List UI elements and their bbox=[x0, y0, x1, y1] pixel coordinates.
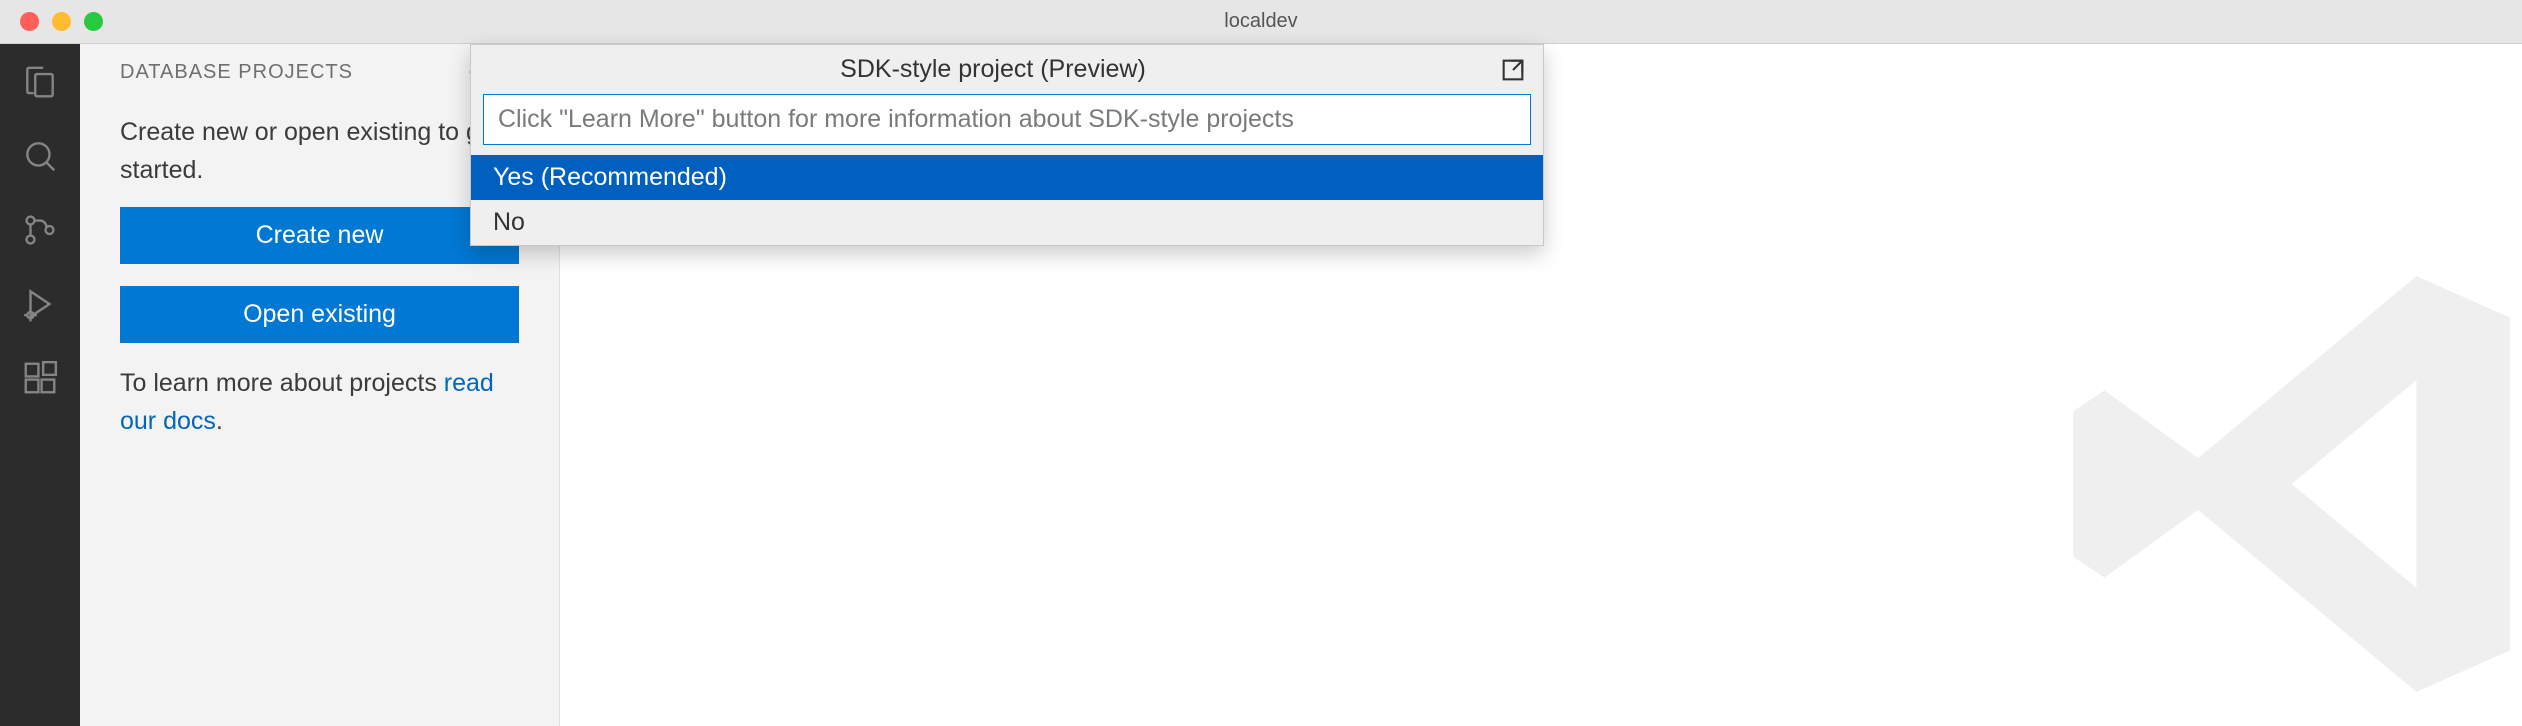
quickpick-input[interactable] bbox=[483, 94, 1531, 145]
close-window-button[interactable] bbox=[20, 12, 39, 31]
learn-more-text: To learn more about projects read our do… bbox=[120, 365, 519, 440]
activity-bar bbox=[0, 44, 80, 726]
source-control-icon[interactable] bbox=[20, 210, 60, 250]
open-existing-button[interactable]: Open existing bbox=[120, 286, 519, 343]
quickpick-dialog: SDK-style project (Preview) Yes (Recomme… bbox=[470, 44, 1544, 246]
quickpick-option-yes[interactable]: Yes (Recommended) bbox=[471, 155, 1543, 200]
quickpick-title: SDK-style project (Preview) bbox=[487, 55, 1499, 84]
traffic-lights bbox=[0, 12, 103, 31]
maximize-window-button[interactable] bbox=[84, 12, 103, 31]
sidebar-intro-text: Create new or open existing to get start… bbox=[120, 114, 519, 189]
quickpick-header: SDK-style project (Preview) bbox=[471, 45, 1543, 94]
minimize-window-button[interactable] bbox=[52, 12, 71, 31]
create-new-button[interactable]: Create new bbox=[120, 207, 519, 264]
extensions-icon[interactable] bbox=[20, 358, 60, 398]
sidebar-title: DATABASE PROJECTS bbox=[120, 61, 465, 84]
quickpick-list: Yes (Recommended) No bbox=[471, 155, 1543, 245]
search-icon[interactable] bbox=[20, 136, 60, 176]
learn-more-prefix: To learn more about projects bbox=[120, 369, 444, 397]
vscode-watermark-icon bbox=[2042, 224, 2522, 726]
window-title: localdev bbox=[1224, 10, 1297, 33]
learn-more-suffix: . bbox=[216, 407, 223, 435]
titlebar: localdev bbox=[0, 0, 2522, 44]
explorer-icon[interactable] bbox=[20, 62, 60, 102]
expand-icon[interactable] bbox=[1499, 56, 1527, 84]
quickpick-option-no[interactable]: No bbox=[471, 200, 1543, 245]
run-debug-icon[interactable] bbox=[20, 284, 60, 324]
